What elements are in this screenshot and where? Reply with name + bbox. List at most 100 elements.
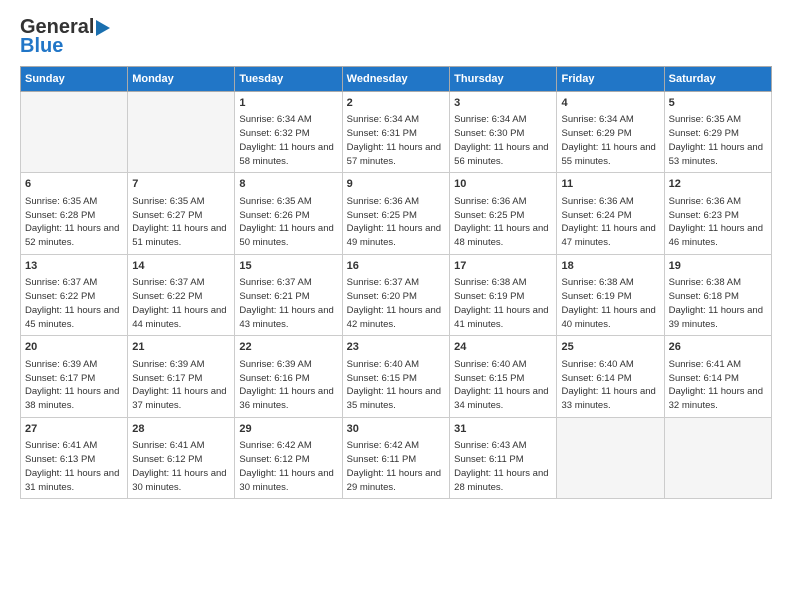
day-number: 31 [454, 422, 552, 437]
col-header-friday: Friday [557, 67, 664, 92]
day-info: Sunrise: 6:43 AM Sunset: 6:11 PM Dayligh… [454, 439, 552, 494]
calendar-cell: 30Sunrise: 6:42 AM Sunset: 6:11 PM Dayli… [342, 417, 449, 498]
col-header-monday: Monday [128, 67, 235, 92]
day-number: 3 [454, 96, 552, 111]
day-info: Sunrise: 6:42 AM Sunset: 6:12 PM Dayligh… [239, 439, 337, 494]
calendar-cell: 2 Sunrise: 6:34 AM Sunset: 6:31 PM Daylig… [342, 92, 449, 173]
calendar-cell: 7 Sunrise: 6:35 AM Sunset: 6:27 PM Daylig… [128, 173, 235, 254]
day-info: Sunrise: 6:37 AM Sunset: 6:22 PM Dayligh… [25, 276, 123, 331]
day-number: 10 [454, 177, 552, 192]
day-info: Sunrise: 6:38 AM Sunset: 6:18 PM Dayligh… [669, 276, 767, 331]
calendar-cell: 27 Sunrise: 6:41 AM Sunset: 6:13 PM Dayli… [21, 417, 128, 498]
calendar-table: SundayMondayTuesdayWednesdayThursdayFrid… [20, 66, 772, 499]
day-number: 28 [132, 422, 230, 437]
calendar-week-2: 6 Sunrise: 6:35 AM Sunset: 6:28 PM Daylig… [21, 173, 772, 254]
day-info: Sunrise: 6:34 AM Sunset: 6:29 PM Dayligh… [561, 113, 659, 168]
calendar-week-4: 20 Sunrise: 6:39 AM Sunset: 6:17 PM Dayli… [21, 336, 772, 417]
page-header: General Blue [20, 16, 772, 58]
day-number: 4 [561, 96, 659, 111]
day-info: Sunrise: 6:40 AM Sunset: 6:15 PM Dayligh… [347, 358, 445, 413]
day-number: 23 [347, 340, 445, 355]
day-info: Sunrise: 6:41 AM Sunset: 6:12 PM Dayligh… [132, 439, 230, 494]
calendar-cell: 28 Sunrise: 6:41 AM Sunset: 6:12 PM Dayli… [128, 417, 235, 498]
calendar-cell: 5Sunrise: 6:35 AM Sunset: 6:29 PM Daylig… [664, 92, 771, 173]
day-number: 7 [132, 177, 230, 192]
day-info: Sunrise: 6:34 AM Sunset: 6:32 PM Dayligh… [239, 113, 337, 168]
col-header-thursday: Thursday [450, 67, 557, 92]
day-info: Sunrise: 6:37 AM Sunset: 6:22 PM Dayligh… [132, 276, 230, 331]
calendar-cell: 24Sunrise: 6:40 AM Sunset: 6:15 PM Dayli… [450, 336, 557, 417]
day-info: Sunrise: 6:34 AM Sunset: 6:31 PM Dayligh… [347, 113, 445, 168]
calendar-cell: 20 Sunrise: 6:39 AM Sunset: 6:17 PM Dayli… [21, 336, 128, 417]
calendar-cell: 10 Sunrise: 6:36 AM Sunset: 6:25 PM Dayli… [450, 173, 557, 254]
calendar-cell: 25 Sunrise: 6:40 AM Sunset: 6:14 PM Dayli… [557, 336, 664, 417]
calendar-cell: 23 Sunrise: 6:40 AM Sunset: 6:15 PM Dayli… [342, 336, 449, 417]
col-header-wednesday: Wednesday [342, 67, 449, 92]
col-header-sunday: Sunday [21, 67, 128, 92]
calendar-cell: 19Sunrise: 6:38 AM Sunset: 6:18 PM Dayli… [664, 254, 771, 335]
calendar-cell: 1 Sunrise: 6:34 AM Sunset: 6:32 PM Daylig… [235, 92, 342, 173]
calendar-week-1: 1 Sunrise: 6:34 AM Sunset: 6:32 PM Daylig… [21, 92, 772, 173]
day-number: 26 [669, 340, 767, 355]
day-number: 17 [454, 259, 552, 274]
day-info: Sunrise: 6:34 AM Sunset: 6:30 PM Dayligh… [454, 113, 552, 168]
calendar-cell: 22 Sunrise: 6:39 AM Sunset: 6:16 PM Dayli… [235, 336, 342, 417]
calendar-cell: 8Sunrise: 6:35 AM Sunset: 6:26 PM Daylig… [235, 173, 342, 254]
day-number: 1 [239, 96, 337, 111]
day-info: Sunrise: 6:41 AM Sunset: 6:13 PM Dayligh… [25, 439, 123, 494]
day-info: Sunrise: 6:39 AM Sunset: 6:17 PM Dayligh… [25, 358, 123, 413]
day-info: Sunrise: 6:37 AM Sunset: 6:20 PM Dayligh… [347, 276, 445, 331]
calendar-cell: 29Sunrise: 6:42 AM Sunset: 6:12 PM Dayli… [235, 417, 342, 498]
calendar-cell [128, 92, 235, 173]
day-info: Sunrise: 6:35 AM Sunset: 6:28 PM Dayligh… [25, 195, 123, 250]
calendar-cell: 12Sunrise: 6:36 AM Sunset: 6:23 PM Dayli… [664, 173, 771, 254]
calendar-cell: 9Sunrise: 6:36 AM Sunset: 6:25 PM Daylig… [342, 173, 449, 254]
calendar-week-3: 13Sunrise: 6:37 AM Sunset: 6:22 PM Dayli… [21, 254, 772, 335]
day-number: 25 [561, 340, 659, 355]
day-info: Sunrise: 6:36 AM Sunset: 6:25 PM Dayligh… [454, 195, 552, 250]
calendar-cell: 14 Sunrise: 6:37 AM Sunset: 6:22 PM Dayli… [128, 254, 235, 335]
day-number: 14 [132, 259, 230, 274]
logo: General Blue [20, 16, 110, 58]
day-number: 2 [347, 96, 445, 111]
col-header-saturday: Saturday [664, 67, 771, 92]
calendar-cell: 31 Sunrise: 6:43 AM Sunset: 6:11 PM Dayli… [450, 417, 557, 498]
day-info: Sunrise: 6:40 AM Sunset: 6:14 PM Dayligh… [561, 358, 659, 413]
day-number: 8 [239, 177, 337, 192]
day-number: 21 [132, 340, 230, 355]
calendar-cell: 26 Sunrise: 6:41 AM Sunset: 6:14 PM Dayli… [664, 336, 771, 417]
day-number: 24 [454, 340, 552, 355]
day-number: 15 [239, 259, 337, 274]
calendar-cell: 21 Sunrise: 6:39 AM Sunset: 6:17 PM Dayli… [128, 336, 235, 417]
col-header-tuesday: Tuesday [235, 67, 342, 92]
day-number: 11 [561, 177, 659, 192]
calendar-week-5: 27 Sunrise: 6:41 AM Sunset: 6:13 PM Dayli… [21, 417, 772, 498]
day-info: Sunrise: 6:36 AM Sunset: 6:24 PM Dayligh… [561, 195, 659, 250]
calendar-body: 1 Sunrise: 6:34 AM Sunset: 6:32 PM Daylig… [21, 92, 772, 499]
day-number: 18 [561, 259, 659, 274]
calendar-cell: 18 Sunrise: 6:38 AM Sunset: 6:19 PM Dayli… [557, 254, 664, 335]
day-info: Sunrise: 6:38 AM Sunset: 6:19 PM Dayligh… [561, 276, 659, 331]
calendar-cell: 16Sunrise: 6:37 AM Sunset: 6:20 PM Dayli… [342, 254, 449, 335]
day-info: Sunrise: 6:41 AM Sunset: 6:14 PM Dayligh… [669, 358, 767, 413]
day-info: Sunrise: 6:36 AM Sunset: 6:25 PM Dayligh… [347, 195, 445, 250]
day-info: Sunrise: 6:39 AM Sunset: 6:16 PM Dayligh… [239, 358, 337, 413]
calendar-cell [21, 92, 128, 173]
calendar-cell: 17Sunrise: 6:38 AM Sunset: 6:19 PM Dayli… [450, 254, 557, 335]
calendar-cell: 11 Sunrise: 6:36 AM Sunset: 6:24 PM Dayli… [557, 173, 664, 254]
day-number: 6 [25, 177, 123, 192]
day-info: Sunrise: 6:37 AM Sunset: 6:21 PM Dayligh… [239, 276, 337, 331]
calendar-cell: 6 Sunrise: 6:35 AM Sunset: 6:28 PM Daylig… [21, 173, 128, 254]
day-number: 27 [25, 422, 123, 437]
day-info: Sunrise: 6:39 AM Sunset: 6:17 PM Dayligh… [132, 358, 230, 413]
day-number: 30 [347, 422, 445, 437]
day-info: Sunrise: 6:35 AM Sunset: 6:27 PM Dayligh… [132, 195, 230, 250]
logo-blue: Blue [20, 35, 63, 58]
day-number: 20 [25, 340, 123, 355]
day-number: 22 [239, 340, 337, 355]
calendar-cell: 15 Sunrise: 6:37 AM Sunset: 6:21 PM Dayli… [235, 254, 342, 335]
day-info: Sunrise: 6:35 AM Sunset: 6:29 PM Dayligh… [669, 113, 767, 168]
day-info: Sunrise: 6:36 AM Sunset: 6:23 PM Dayligh… [669, 195, 767, 250]
calendar-cell: 13Sunrise: 6:37 AM Sunset: 6:22 PM Dayli… [21, 254, 128, 335]
calendar-cell [557, 417, 664, 498]
